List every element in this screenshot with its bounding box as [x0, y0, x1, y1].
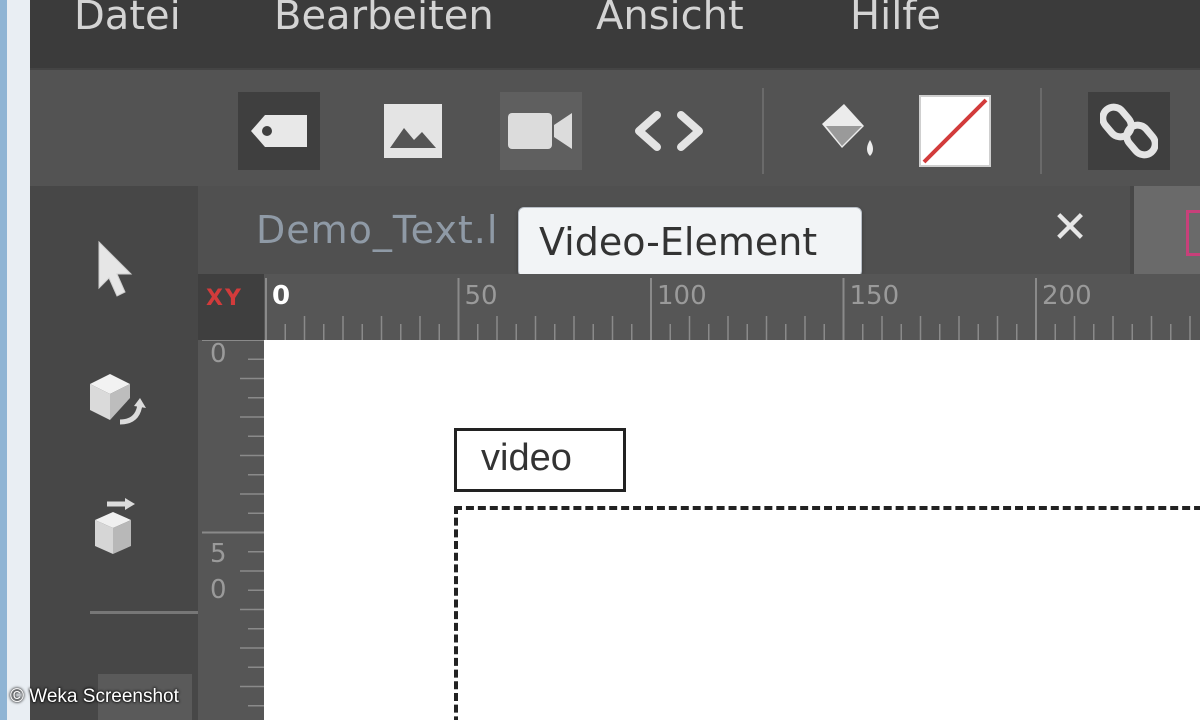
ruler-h-label: 50 — [465, 281, 498, 311]
horizontal-ruler[interactable]: 0 50 100 150 200 — [264, 274, 1200, 340]
ruler-v-label: 0 — [210, 340, 227, 369]
video-element-label[interactable]: video — [454, 428, 626, 492]
ruler-h-label: 0 — [272, 281, 290, 311]
video-element-frame[interactable] — [454, 506, 1200, 720]
paint-bucket-icon[interactable] — [804, 92, 886, 170]
ruler-origin[interactable]: XY — [198, 274, 264, 340]
toolbar-separator — [1040, 88, 1042, 174]
label-tag-icon[interactable] — [238, 92, 320, 170]
toolbar-separator — [762, 88, 764, 174]
window-edge — [0, 0, 30, 720]
selection-arrow-icon[interactable] — [70, 224, 160, 314]
vertical-ruler[interactable]: 0 5 0 — [198, 340, 264, 720]
ruler-origin-label: XY — [206, 286, 243, 311]
code-brackets-icon[interactable] — [628, 92, 710, 170]
tooltip-text: Video-Element — [539, 220, 818, 264]
video-label-text: video — [481, 437, 572, 479]
tab-title: Demo_Text.l — [256, 208, 499, 252]
design-canvas[interactable]: video — [264, 340, 1200, 720]
move-3d-icon[interactable] — [70, 482, 160, 572]
menu-bearbeiten[interactable]: Bearbeiten — [274, 0, 494, 42]
ruler-v-label: 0 — [210, 575, 227, 605]
menu-ansicht[interactable]: Ansicht — [596, 0, 744, 42]
ruler-v-label: 5 — [210, 539, 227, 569]
ruler-h-label: 150 — [850, 281, 900, 311]
image-icon[interactable] — [372, 92, 454, 170]
tab-marker — [1186, 210, 1200, 256]
rotate-3d-icon[interactable] — [70, 354, 160, 444]
watermark: © Weka Screenshot — [10, 686, 179, 707]
document-tab-next[interactable] — [1134, 186, 1200, 274]
menu-hilfe[interactable]: Hilfe — [850, 0, 941, 42]
link-icon[interactable] — [1088, 92, 1170, 170]
no-fill-swatch-icon[interactable] — [914, 92, 996, 170]
menu-datei[interactable]: Datei — [74, 0, 181, 42]
ruler-h-label: 100 — [657, 281, 707, 311]
ruler-h-label: 200 — [1042, 281, 1092, 311]
toolbar — [30, 68, 1200, 186]
tooltip: Video-Element — [518, 207, 862, 277]
close-icon[interactable]: ✕ — [1048, 206, 1092, 250]
video-camera-icon[interactable] — [500, 92, 582, 170]
menubar: Datei Bearbeiten Ansicht Hilfe — [30, 0, 1200, 68]
panel-separator — [90, 611, 200, 614]
tool-panel — [30, 186, 200, 720]
